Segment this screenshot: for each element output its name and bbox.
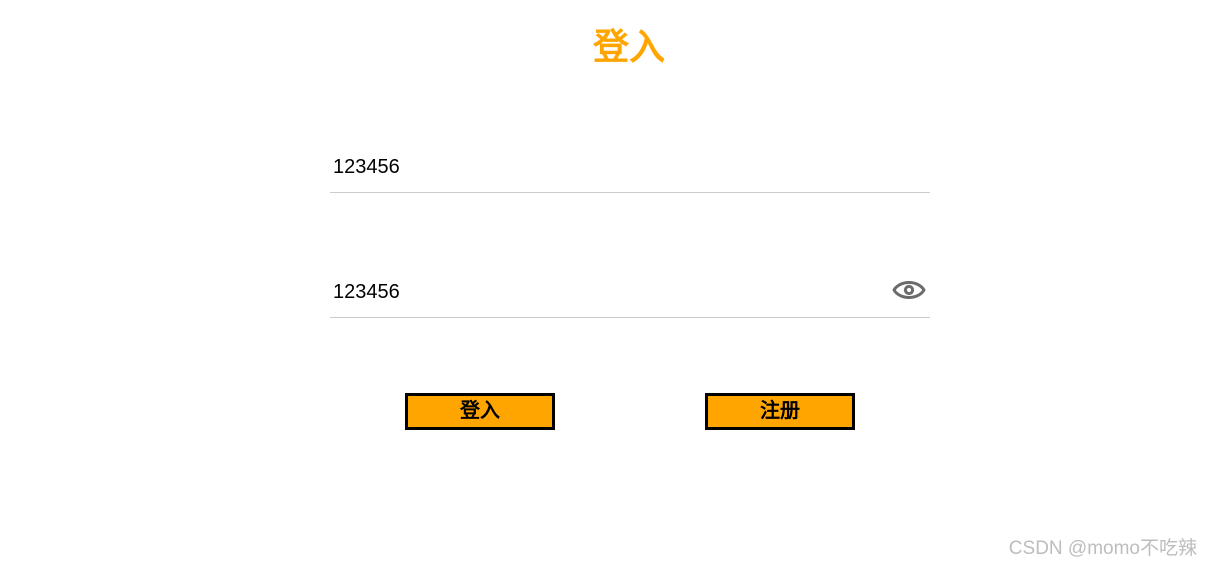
password-input[interactable] (330, 273, 873, 311)
username-field (330, 148, 930, 193)
register-button[interactable]: 注册 (705, 393, 855, 430)
page-title: 登入 (592, 26, 665, 67)
username-input[interactable] (330, 148, 873, 186)
login-page: 登入 登入 注册 CSDN @momo不吃辣 (0, 0, 1212, 565)
password-field (330, 273, 930, 318)
login-button[interactable]: 登入 (405, 393, 555, 430)
eye-icon[interactable] (892, 276, 926, 304)
watermark-text: CSDN @momo不吃辣 (1008, 538, 1197, 559)
